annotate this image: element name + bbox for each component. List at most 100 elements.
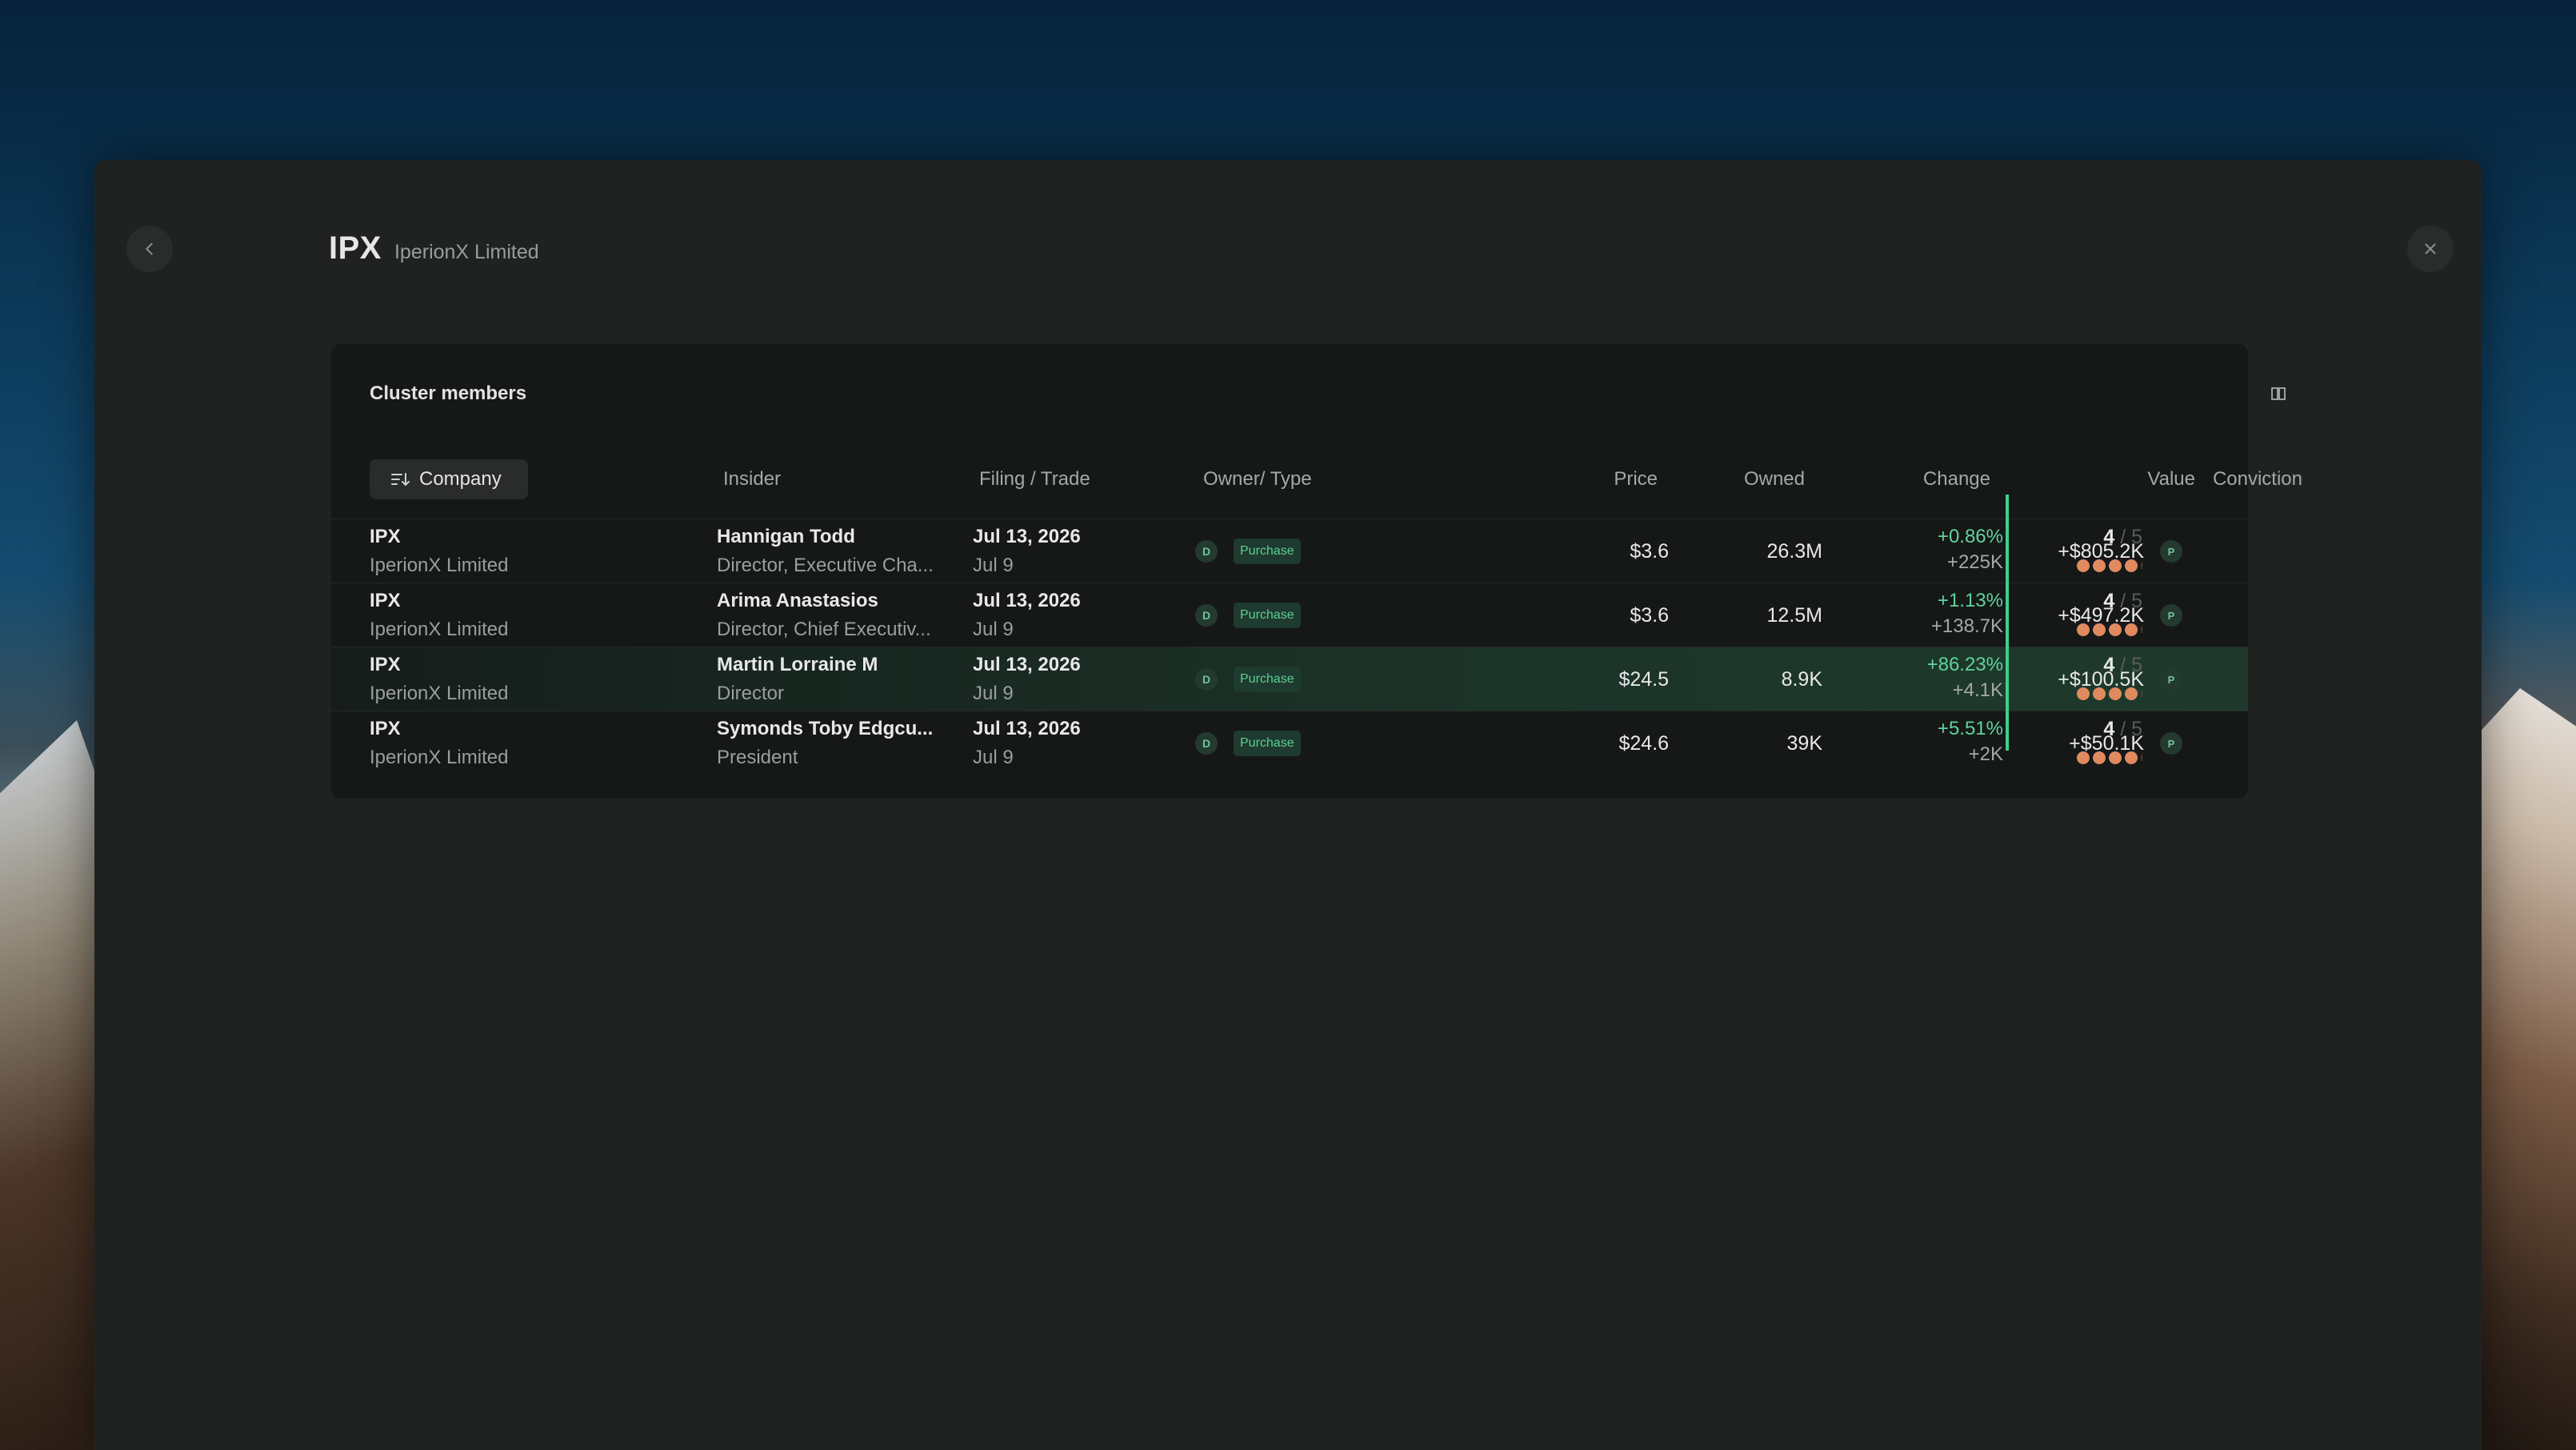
card-title: Cluster members xyxy=(370,383,527,404)
row-insider-role: Director xyxy=(717,683,785,704)
row-owned: 8.9K xyxy=(1781,667,1822,691)
insider-cell[interactable]: Symonds Toby Edgcu... President xyxy=(717,718,945,769)
transaction-type-badge: Purchase xyxy=(1234,731,1301,756)
owner-badge: D xyxy=(1195,604,1218,627)
row-owned: 39K xyxy=(1786,731,1822,755)
conviction-dots xyxy=(2077,623,2142,636)
row-insider-name: Symonds Toby Edgcu... xyxy=(717,718,934,739)
column-header-company: Company xyxy=(419,468,502,490)
row-ticker: IPX xyxy=(370,654,401,675)
conviction-cell: 4 / 5 xyxy=(2074,524,2142,580)
row-change-pct: +1.13% xyxy=(1937,590,2003,611)
table-header: Company Insider Filing / Trade Owner/ Ty… xyxy=(331,459,2302,499)
back-button[interactable] xyxy=(126,226,173,272)
row-change-pct: +0.86% xyxy=(1937,526,2003,547)
row-insider-role: Director, Chief Executiv... xyxy=(717,619,931,640)
row-change-pct: +5.51% xyxy=(1937,718,2003,739)
table-row[interactable]: IPX IperionX Limited Martin Lorraine M D… xyxy=(331,647,2248,711)
row-change-abs: +2K xyxy=(1968,743,2003,765)
row-company: IperionX Limited xyxy=(370,555,509,576)
sort-icon xyxy=(391,473,410,486)
table-row[interactable]: IPX IperionX Limited Hannigan Todd Direc… xyxy=(331,519,2248,583)
selection-accent-bar xyxy=(2006,495,2009,751)
value-badge: P xyxy=(2160,668,2182,691)
conviction-dot xyxy=(2109,687,2122,700)
row-price: $3.6 xyxy=(1630,539,1669,563)
column-header-insider[interactable]: Insider xyxy=(723,459,781,499)
column-header-change[interactable]: Change xyxy=(1819,459,1990,499)
conviction-score: 4 / 5 xyxy=(2103,526,2142,548)
row-company: IperionX Limited xyxy=(370,747,509,768)
row-ticker: IPX xyxy=(370,590,401,611)
row-filing-date: Jul 13, 2026 xyxy=(973,718,1081,739)
conviction-dot xyxy=(2093,623,2106,636)
column-header-conviction[interactable]: Conviction xyxy=(2123,459,2302,499)
row-company: IperionX Limited xyxy=(370,683,509,704)
value-badge: P xyxy=(2160,540,2182,563)
row-trade-date: Jul 9 xyxy=(973,683,1014,704)
column-header-filing[interactable]: Filing / Trade xyxy=(979,459,1090,499)
conviction-dot xyxy=(2077,687,2090,700)
conviction-dot xyxy=(2093,751,2106,764)
owner-badge: D xyxy=(1195,540,1218,563)
row-insider-name: Hannigan Todd xyxy=(717,526,855,547)
column-header-price[interactable]: Price xyxy=(1499,459,1658,499)
conviction-dot xyxy=(2125,623,2138,636)
conviction-dot xyxy=(2141,751,2142,764)
company-cell: IPX IperionX Limited xyxy=(370,590,508,641)
column-header-owner[interactable]: Owner/ Type xyxy=(1203,459,1312,499)
value-badge: P xyxy=(2160,732,2182,755)
page-title: IPX IperionX Limited xyxy=(329,230,539,266)
transaction-type-badge: Purchase xyxy=(1234,667,1301,692)
conviction-dot xyxy=(2141,559,2142,572)
conviction-score: 4 / 5 xyxy=(2103,718,2142,740)
change-cell: +86.23% +4.1K xyxy=(1835,654,2003,702)
row-change-abs: +4.1K xyxy=(1952,679,2003,701)
company-name: IperionX Limited xyxy=(394,241,539,263)
conviction-dot xyxy=(2125,559,2138,572)
conviction-dot xyxy=(2093,559,2106,572)
filing-cell: Jul 13, 2026 Jul 9 xyxy=(973,718,1081,769)
row-insider-role: President xyxy=(717,747,798,768)
table-row[interactable]: IPX IperionX Limited Arima Anastasios Di… xyxy=(331,583,2248,647)
row-insider-name: Arima Anastasios xyxy=(717,590,878,611)
owner-badge: D xyxy=(1195,668,1218,691)
row-ticker: IPX xyxy=(370,526,401,547)
transaction-type-badge: Purchase xyxy=(1234,539,1301,564)
change-cell: +5.51% +2K xyxy=(1835,718,2003,766)
row-owned: 26.3M xyxy=(1766,539,1822,563)
conviction-dot xyxy=(2109,559,2122,572)
insider-cell[interactable]: Hannigan Todd Director, Executive Cha... xyxy=(717,526,945,577)
row-company: IperionX Limited xyxy=(370,619,509,640)
row-change-abs: +225K xyxy=(1946,551,2003,573)
sort-company-button[interactable]: Company xyxy=(370,459,528,499)
row-insider-role: Director, Executive Cha... xyxy=(717,555,934,576)
insider-cell[interactable]: Arima Anastasios Director, Chief Executi… xyxy=(717,590,945,641)
conviction-score: 4 / 5 xyxy=(2103,590,2142,612)
company-cell: IPX IperionX Limited xyxy=(370,526,508,577)
row-price: $24.5 xyxy=(1618,667,1669,691)
close-button[interactable] xyxy=(2407,226,2454,272)
conviction-dot xyxy=(2109,751,2122,764)
row-filing-date: Jul 13, 2026 xyxy=(973,526,1081,547)
transaction-type-badge: Purchase xyxy=(1234,603,1301,628)
filing-cell: Jul 13, 2026 Jul 9 xyxy=(973,526,1081,577)
conviction-dot xyxy=(2077,559,2090,572)
column-header-owned[interactable]: Owned xyxy=(1659,459,1805,499)
change-cell: +0.86% +225K xyxy=(1835,526,2003,574)
row-filing-date: Jul 13, 2026 xyxy=(973,590,1081,611)
company-cell: IPX IperionX Limited xyxy=(370,718,508,769)
conviction-cell: 4 / 5 xyxy=(2074,588,2142,644)
ticker-modal: IPX IperionX Limited Cluster members Com… xyxy=(94,160,2482,1450)
conviction-cell: 4 / 5 xyxy=(2074,652,2142,708)
columns-toggle-button[interactable] xyxy=(2270,386,2286,406)
row-price: $24.6 xyxy=(1618,731,1669,755)
conviction-cell: 4 / 5 xyxy=(2074,716,2142,772)
conviction-dot xyxy=(2109,623,2122,636)
table-row[interactable]: IPX IperionX Limited Symonds Toby Edgcu.… xyxy=(331,711,2248,775)
row-trade-date: Jul 9 xyxy=(973,619,1014,640)
value-badge: P xyxy=(2160,604,2182,627)
filing-cell: Jul 13, 2026 Jul 9 xyxy=(973,590,1081,641)
conviction-dot xyxy=(2077,623,2090,636)
insider-cell[interactable]: Martin Lorraine M Director xyxy=(717,654,945,705)
